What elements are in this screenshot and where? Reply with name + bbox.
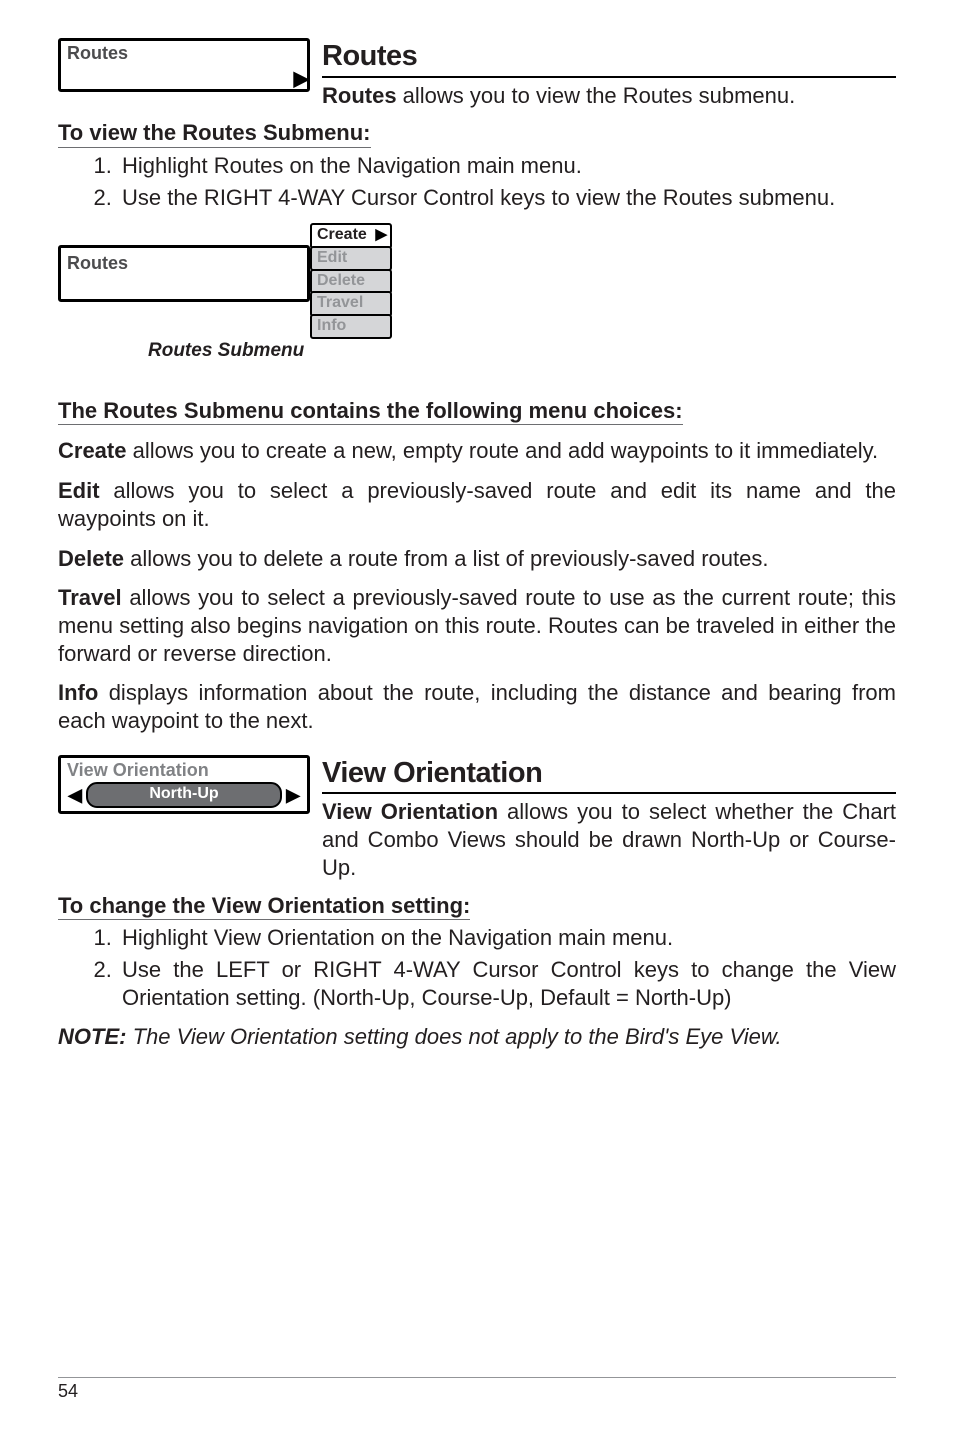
create-bold: Create xyxy=(58,438,126,463)
vo-note-label: NOTE: xyxy=(58,1024,126,1049)
view-orientation-box-label: View Orientation xyxy=(67,759,301,782)
create-option: Create allows you to create a new, empty… xyxy=(58,437,896,465)
submenu-item-delete: Delete xyxy=(310,269,392,294)
vo-note-text: The View Orientation setting does not ap… xyxy=(126,1024,781,1049)
view-orientation-box: View Orientation ◀ North-Up ▶ xyxy=(58,755,310,814)
info-bold: Info xyxy=(58,680,98,705)
routes-heading: Routes xyxy=(322,38,896,78)
routes-submenu-list: Create ▶ Edit Delete Travel Info xyxy=(310,223,392,336)
delete-text: allows you to delete a route from a list… xyxy=(124,546,768,571)
view-orientation-intro: View Orientation allows you to select wh… xyxy=(322,798,896,881)
vo-note: NOTE: The View Orientation setting does … xyxy=(58,1023,896,1051)
delete-bold: Delete xyxy=(58,546,124,571)
submenu-item-edit: Edit xyxy=(310,246,392,271)
routes-menu-box: Routes ▶ xyxy=(58,38,310,92)
info-option: Info displays information about the rout… xyxy=(58,679,896,734)
edit-bold: Edit xyxy=(58,478,100,503)
vo-change-header: To change the View Orientation setting: xyxy=(58,892,470,921)
submenu-item-create: Create ▶ xyxy=(310,223,392,248)
routes-step-1: Highlight Routes on the Navigation main … xyxy=(118,152,896,180)
create-text: allows you to create a new, empty route … xyxy=(126,438,878,463)
routes-submenu-caption: Routes Submenu xyxy=(148,339,896,363)
edit-option: Edit allows you to select a previously-s… xyxy=(58,477,896,532)
vo-step-2: Use the LEFT or RIGHT 4-WAY Cursor Contr… xyxy=(118,956,896,1011)
page-number: 54 xyxy=(58,1381,78,1401)
vo-steps: Highlight View Orientation on the Naviga… xyxy=(58,924,896,1011)
play-icon: ▶ xyxy=(294,67,309,92)
info-text: displays information about the route, in… xyxy=(58,680,896,733)
view-orientation-heading: View Orientation xyxy=(322,755,896,795)
routes-submenu-main: Routes xyxy=(58,245,310,302)
routes-choices-header: The Routes Submenu contains the followin… xyxy=(58,397,683,426)
submenu-label-create: Create xyxy=(317,226,367,243)
view-orientation-value: North-Up xyxy=(86,782,282,807)
travel-text: allows you to select a previously-saved … xyxy=(58,585,896,665)
submenu-item-travel: Travel xyxy=(310,291,392,316)
vo-intro-bold: View Orientation xyxy=(322,799,498,824)
routes-view-header: To view the Routes Submenu: xyxy=(58,119,371,148)
routes-submenu-figure: Routes Create ▶ Edit Delete Travel Info … xyxy=(58,223,896,362)
vo-step-1: Highlight View Orientation on the Naviga… xyxy=(118,924,896,952)
play-icon: ▶ xyxy=(375,226,387,245)
travel-bold: Travel xyxy=(58,585,122,610)
travel-option: Travel allows you to select a previously… xyxy=(58,584,896,667)
routes-intro-text: allows you to view the Routes submenu. xyxy=(397,83,796,108)
routes-intro-bold: Routes xyxy=(322,83,397,108)
edit-text: allows you to select a previously-saved … xyxy=(58,478,896,531)
routes-step-2: Use the RIGHT 4-WAY Cursor Control keys … xyxy=(118,184,896,212)
submenu-item-info: Info xyxy=(310,314,392,339)
page-footer: 54 xyxy=(58,1377,896,1403)
delete-option: Delete allows you to delete a route from… xyxy=(58,545,896,573)
routes-intro: Routes allows you to view the Routes sub… xyxy=(322,82,896,110)
routes-steps: Highlight Routes on the Navigation main … xyxy=(58,152,896,211)
triangle-right-icon: ▶ xyxy=(285,784,301,807)
triangle-left-icon: ◀ xyxy=(67,784,83,807)
routes-menu-label: Routes xyxy=(67,43,128,63)
